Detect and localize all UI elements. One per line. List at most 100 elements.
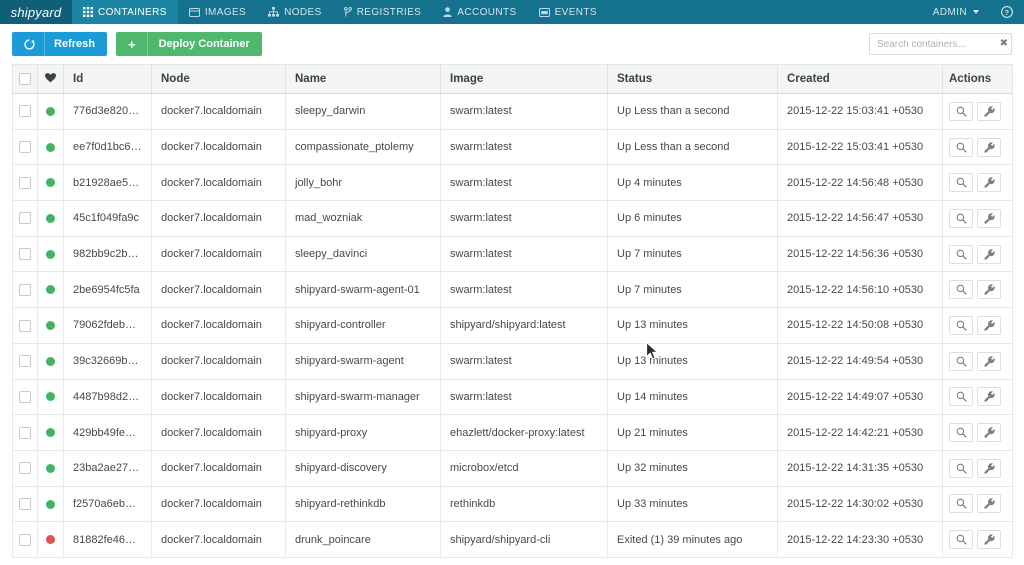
nav-item-containers[interactable]: CONTAINERS: [72, 0, 178, 24]
table-row[interactable]: 776d3e820c86 docker7.localdomain sleepy_da…: [12, 93, 1013, 130]
table-row[interactable]: ee7f0d1bc61b docker7.localdomain compassio…: [12, 128, 1013, 166]
search-input[interactable]: [869, 33, 1012, 55]
nav-item-events[interactable]: EVENTS: [528, 0, 608, 24]
row-checkbox[interactable]: [19, 283, 31, 296]
row-checkbox[interactable]: [19, 105, 31, 118]
container-actions-button[interactable]: [977, 101, 1001, 121]
inspect-container-button[interactable]: [949, 387, 973, 407]
help-button[interactable]: ?: [990, 0, 1024, 24]
container-actions-button[interactable]: [977, 458, 1001, 478]
row-checkbox[interactable]: [19, 248, 31, 261]
container-actions-button[interactable]: [977, 244, 1001, 264]
inspect-container-button[interactable]: [949, 244, 973, 264]
cell-id[interactable]: 23ba2ae27d64: [63, 449, 152, 487]
deploy-container-button[interactable]: + Deploy Container: [115, 32, 262, 56]
close-icon[interactable]: ✖: [1000, 39, 1008, 49]
user-menu[interactable]: ADMIN: [922, 0, 990, 24]
table-row[interactable]: 45c1f049fa9c docker7.localdomain mad_wozni…: [12, 200, 1013, 237]
table-row[interactable]: 23ba2ae27d64 docker7.localdomain shipyard-…: [12, 449, 1013, 487]
cell-name[interactable]: shipyard-discovery: [285, 449, 441, 487]
row-checkbox[interactable]: [19, 533, 31, 546]
table-row[interactable]: f2570a6ebe7a docker7.localdomain shipyard-…: [12, 485, 1013, 523]
nav-item-registries[interactable]: REGISTRIES: [333, 0, 433, 24]
cell-name[interactable]: shipyard-proxy: [285, 414, 441, 451]
cell-name[interactable]: shipyard-rethinkdb: [285, 485, 441, 523]
cell-id[interactable]: 982bb9c2b5e2: [63, 235, 152, 273]
container-actions-button[interactable]: [977, 351, 1001, 371]
row-checkbox[interactable]: [19, 426, 31, 439]
inspect-container-button[interactable]: [949, 280, 973, 300]
refresh-button[interactable]: Refresh: [12, 32, 107, 56]
cell-name[interactable]: shipyard-controller: [285, 307, 441, 344]
inspect-container-button[interactable]: [949, 173, 973, 193]
row-checkbox[interactable]: [19, 355, 31, 368]
container-actions-button[interactable]: [977, 137, 1001, 157]
nav-item-images[interactable]: IMAGES: [178, 0, 257, 24]
container-actions-button[interactable]: [977, 173, 1001, 193]
table-row[interactable]: 4487b98d23f4 docker7.localdomain shipyard-…: [12, 378, 1013, 416]
table-row[interactable]: 2be6954fc5fa docker7.localdomain shipyard-…: [12, 271, 1013, 309]
row-checkbox[interactable]: [19, 497, 31, 510]
container-actions-button[interactable]: [977, 315, 1001, 335]
select-all-checkbox[interactable]: [19, 72, 31, 85]
brand-logo[interactable]: shipyard: [0, 0, 72, 24]
column-header-id[interactable]: Id: [63, 64, 152, 94]
inspect-container-button[interactable]: [949, 208, 973, 228]
cell-id[interactable]: 39c32669b0aa: [63, 342, 152, 380]
inspect-container-button[interactable]: [949, 423, 973, 443]
cell-id[interactable]: b21928ae5348: [63, 164, 152, 202]
table-row[interactable]: b21928ae5348 docker7.localdomain jolly_boh…: [12, 164, 1013, 202]
column-header-name[interactable]: Name: [285, 64, 441, 94]
table-row[interactable]: 39c32669b0aa docker7.localdomain shipyard-…: [12, 342, 1013, 380]
cell-id[interactable]: ee7f0d1bc61b: [63, 128, 152, 166]
cell-name[interactable]: compassionate_ptolemy: [285, 128, 441, 166]
inspect-container-button[interactable]: [949, 530, 973, 550]
row-checkbox[interactable]: [19, 141, 31, 154]
table-row[interactable]: 81882fe460e6 docker7.localdomain drunk_poi…: [12, 521, 1013, 558]
inspect-container-button[interactable]: [949, 101, 973, 121]
cell-id[interactable]: 776d3e820c86: [63, 93, 152, 130]
row-checkbox[interactable]: [19, 176, 31, 189]
container-actions-button[interactable]: [977, 387, 1001, 407]
nav-item-accounts[interactable]: ACCOUNTS: [432, 0, 527, 24]
cell-id[interactable]: f2570a6ebe7a: [63, 485, 152, 523]
cell-id[interactable]: 81882fe460e6: [63, 521, 152, 558]
inspect-container-button[interactable]: [949, 458, 973, 478]
inspect-container-button[interactable]: [949, 351, 973, 371]
cell-id[interactable]: 4487b98d23f4: [63, 378, 152, 416]
inspect-container-button[interactable]: [949, 137, 973, 157]
row-checkbox[interactable]: [19, 319, 31, 332]
row-checkbox[interactable]: [19, 390, 31, 403]
table-row[interactable]: 982bb9c2b5e2 docker7.localdomain sleepy_da…: [12, 235, 1013, 273]
table-row[interactable]: 429bb49fe491 docker7.localdomain shipyard-…: [12, 414, 1013, 451]
cell-name[interactable]: jolly_bohr: [285, 164, 441, 202]
inspect-container-button[interactable]: [949, 315, 973, 335]
column-header-image[interactable]: Image: [440, 64, 608, 94]
row-checkbox[interactable]: [19, 212, 31, 225]
cell-id[interactable]: 429bb49fe491: [63, 414, 152, 451]
cell-name[interactable]: sleepy_davinci: [285, 235, 441, 273]
cell-id[interactable]: 2be6954fc5fa: [63, 271, 152, 309]
column-header-node[interactable]: Node: [151, 64, 286, 94]
cell-name[interactable]: shipyard-swarm-agent-01: [285, 271, 441, 309]
container-actions-button[interactable]: [977, 530, 1001, 550]
column-header-status[interactable]: Status: [607, 64, 778, 94]
inspect-container-button[interactable]: [949, 494, 973, 514]
container-actions-button[interactable]: [977, 280, 1001, 300]
column-header-created[interactable]: Created: [777, 64, 943, 94]
cell-name[interactable]: shipyard-swarm-agent: [285, 342, 441, 380]
cell-name[interactable]: shipyard-swarm-manager: [285, 378, 441, 416]
status-indicator-dot: [46, 106, 55, 116]
table-row[interactable]: 79062fdeb96a docker7.localdomain shipyard-…: [12, 307, 1013, 344]
nav-item-nodes[interactable]: NODES: [257, 0, 333, 24]
cell-name[interactable]: mad_wozniak: [285, 200, 441, 237]
column-header-select: [12, 64, 38, 94]
cell-id[interactable]: 79062fdeb96a: [63, 307, 152, 344]
cell-name[interactable]: sleepy_darwin: [285, 93, 441, 130]
cell-id[interactable]: 45c1f049fa9c: [63, 200, 152, 237]
row-checkbox[interactable]: [19, 462, 31, 475]
cell-name[interactable]: drunk_poincare: [285, 521, 441, 558]
container-actions-button[interactable]: [977, 423, 1001, 443]
container-actions-button[interactable]: [977, 208, 1001, 228]
container-actions-button[interactable]: [977, 494, 1001, 514]
